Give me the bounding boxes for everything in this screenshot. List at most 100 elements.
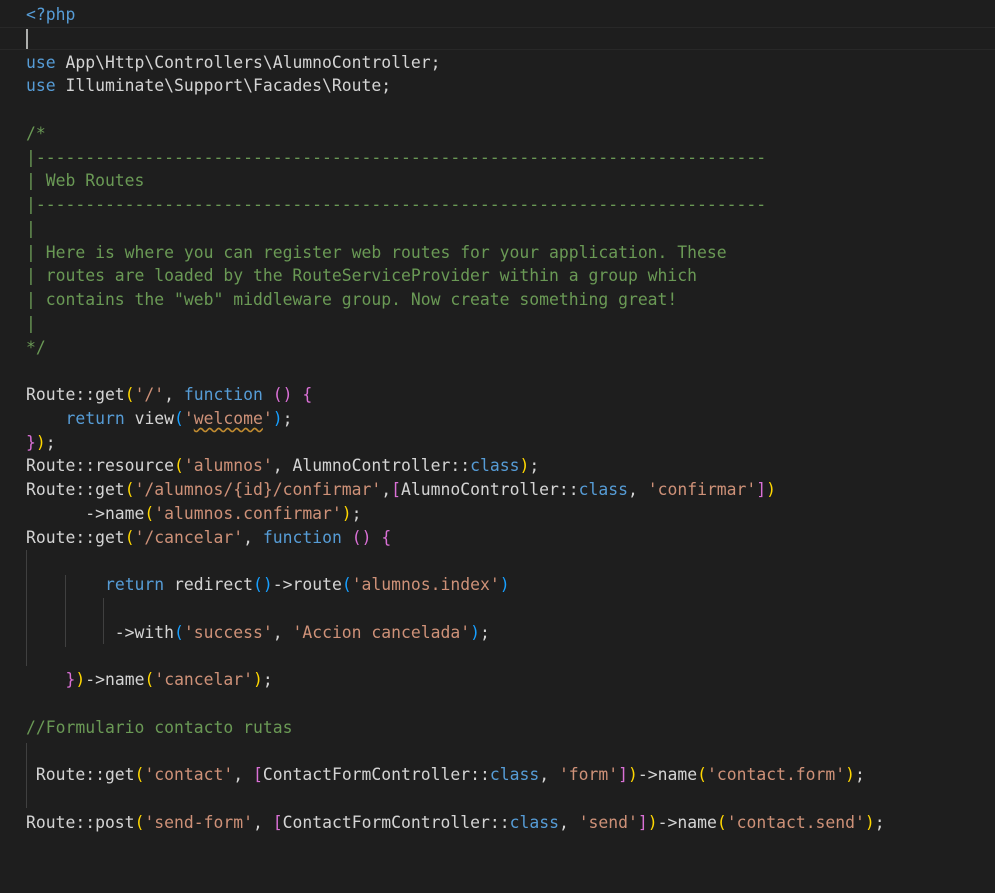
code-token: , (164, 385, 184, 404)
code-token: Route::get (26, 385, 125, 404)
code-line[interactable] (26, 359, 986, 383)
code-token: 'form' (558, 765, 619, 784)
code-token: ) (499, 575, 510, 594)
code-token: '/alumnos/{id}/confirmar' (134, 480, 382, 499)
code-token: | contains the "web" middleware group. N… (26, 290, 678, 309)
code-token: 'contact.form' (707, 765, 846, 784)
code-token: ( (134, 765, 145, 784)
code-token: ContactFormController:: (282, 812, 510, 832)
code-token: } (65, 670, 76, 689)
code-token: ; (45, 432, 56, 452)
code-line[interactable]: Route::resource('alumnos', AlumnoControl… (26, 454, 986, 478)
code-line[interactable]: | routes are loaded by the RouteServiceP… (26, 264, 986, 288)
code-line[interactable]: | (26, 312, 986, 336)
code-token: '/' (134, 385, 165, 404)
code-line[interactable]: ->name('alumnos.confirmar'); (26, 502, 986, 526)
code-line[interactable]: Route::post('send-form', [ContactFormCon… (26, 811, 986, 835)
code-token: ] (618, 765, 629, 784)
code-line[interactable]: Route::get('contact', [ContactFormContro… (26, 763, 986, 787)
code-token: , (253, 812, 273, 832)
code-line[interactable] (26, 692, 986, 716)
code-line[interactable]: |---------------------------------------… (26, 193, 986, 217)
code-line[interactable]: |---------------------------------------… (26, 146, 986, 170)
code-token: view (124, 408, 175, 428)
code-token: class (470, 456, 520, 476)
code-token: */ (26, 337, 46, 357)
code-token: [ (253, 765, 263, 784)
code-line[interactable]: Route::get('/cancelar', function () { (26, 526, 986, 550)
code-line[interactable]: | (26, 217, 986, 241)
code-line[interactable]: */ (26, 336, 986, 360)
code-token: ) (845, 765, 856, 784)
code-token: Route::resource (26, 456, 175, 476)
code-line[interactable] (26, 644, 986, 668)
code-token: Route::post (26, 812, 135, 832)
code-token: ->name (637, 765, 698, 784)
code-token: ; (351, 503, 362, 523)
code-line[interactable]: | Here is where you can register web rou… (26, 241, 986, 265)
code-editor[interactable]: <?php use App\Http\Controllers\AlumnoCont… (0, 0, 995, 893)
code-line[interactable]: }); (26, 431, 986, 455)
code-token: Route::get (26, 527, 125, 547)
code-line[interactable]: use Illuminate\Support\Facades\Route; (26, 74, 986, 98)
code-line[interactable]: })->name('cancelar'); (26, 668, 986, 692)
code-line[interactable]: <?php (26, 3, 986, 27)
code-token: ) (272, 408, 283, 428)
code-line[interactable]: | contains the "web" middleware group. N… (26, 288, 986, 312)
code-token: [ (391, 480, 402, 499)
code-token: |---------------------------------------… (26, 195, 767, 214)
code-token: ( (124, 385, 135, 404)
code-token: , AlumnoController:: (272, 456, 471, 476)
code-token: ( (144, 503, 155, 523)
code-token: 'send-form' (144, 812, 253, 832)
code-token: ( (144, 670, 155, 689)
code-token: | Here is where you can register web rou… (26, 242, 727, 262)
code-token: '/cancelar' (134, 527, 244, 547)
code-token: ) (628, 765, 638, 784)
code-token: ; (479, 622, 490, 642)
code-line[interactable]: use App\Http\Controllers\AlumnoControlle… (26, 51, 986, 75)
code-token: ->name (26, 503, 145, 523)
code-token: () (351, 527, 372, 547)
code-line[interactable] (26, 27, 986, 51)
code-token: class (578, 480, 628, 499)
code-token: [ (272, 812, 283, 832)
code-token: , (272, 622, 293, 642)
code-token: ; (262, 670, 273, 689)
code-line[interactable] (26, 549, 986, 573)
code-token: ( (134, 812, 145, 832)
code-line[interactable] (26, 98, 986, 122)
code-line[interactable] (26, 739, 986, 763)
code-line[interactable]: return redirect()->route('alumnos.index'… (26, 573, 986, 597)
code-token: ) (75, 670, 86, 689)
code-line[interactable]: //Formulario contacto rutas (26, 716, 986, 740)
code-line[interactable]: ->with('success', 'Accion cancelada'); (26, 621, 986, 645)
code-token: ' (262, 408, 273, 428)
indent-guide (65, 575, 66, 647)
indent-guide (26, 743, 27, 808)
code-token: ( (716, 812, 727, 832)
code-token: function (183, 385, 263, 404)
code-token: ; (282, 408, 293, 428)
code-line[interactable]: return view('welcome'); (26, 407, 986, 431)
code-token: ) (35, 432, 46, 452)
code-line[interactable]: /* (26, 122, 986, 146)
code-token: , (243, 527, 263, 547)
code-token: App\Http\Controllers\AlumnoController; (55, 52, 441, 72)
code-token: } (26, 432, 36, 452)
code-token: { (381, 527, 392, 547)
code-token: ( (341, 575, 352, 594)
indent-guide (103, 598, 104, 644)
code-line[interactable]: | Web Routes (26, 169, 986, 193)
code-token: |---------------------------------------… (26, 147, 767, 167)
code-line[interactable] (26, 597, 986, 621)
code-line[interactable]: Route::get('/', function () { (26, 383, 986, 407)
code-line[interactable] (26, 787, 986, 811)
code-token: //Formulario contacto rutas (26, 717, 293, 737)
code-line[interactable]: Route::get('/alumnos/{id}/confirmar',[Al… (26, 478, 986, 502)
